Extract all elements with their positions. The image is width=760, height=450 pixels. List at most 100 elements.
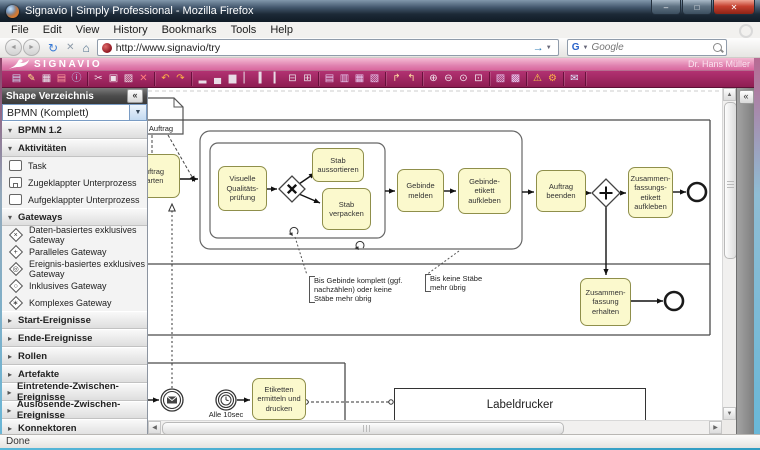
vertical-scrollbar[interactable]: ▲ ▼	[722, 88, 736, 420]
end-event-zusammenfassung[interactable]	[665, 292, 683, 310]
group-icon[interactable]: ▨	[493, 72, 508, 86]
check-syntax-icon[interactable]: ⚙	[545, 72, 560, 86]
edit-icon[interactable]: ✎	[24, 72, 39, 86]
menu-tools[interactable]: Tools	[224, 24, 264, 36]
bring-forward-icon[interactable]: ▦	[352, 72, 367, 86]
task-auftrag-starten[interactable]: Auftrag starten	[148, 154, 180, 198]
scroll-up-button[interactable]: ▲	[723, 88, 736, 101]
section-start-ereignisse[interactable]: ▸Start-Ereignisse	[2, 311, 147, 329]
assoc-annotation-staebe[interactable]	[426, 251, 459, 275]
shape-inklusives-gateway[interactable]: ○Inklusives Gateway	[2, 277, 147, 294]
align-center-icon[interactable]: ▍	[255, 72, 270, 86]
back-button[interactable]: ◄	[5, 39, 22, 56]
scroll-right-button[interactable]: ▶	[709, 421, 722, 434]
search-icon[interactable]	[713, 43, 722, 52]
section-rollen[interactable]: ▸Rollen	[2, 347, 147, 365]
task-gebinde-melden[interactable]: Gebinde melden	[397, 169, 444, 212]
save-icon[interactable]: ▤	[9, 72, 24, 86]
shape-daten-basiertes-exklusives-gateway[interactable]: ×Daten-basiertes exklusives Gateway	[2, 226, 147, 243]
shape-task[interactable]: Task	[2, 157, 147, 174]
section-konnektoren[interactable]: ▸Konnektoren	[2, 419, 147, 434]
minimize-button[interactable]: –	[651, 0, 681, 15]
same-width-icon[interactable]: ⊟	[285, 72, 300, 86]
url-bar[interactable]: →▼	[97, 39, 559, 56]
export-pdf-icon[interactable]: ▤	[54, 72, 69, 86]
menu-edit[interactable]: Edit	[36, 24, 69, 36]
info-icon[interactable]: ⓘ	[69, 72, 84, 86]
task-visuelle-qualitaetspruefung[interactable]: Visuelle Qualitäts- prüfung	[218, 166, 267, 211]
shape-paralleles-gateway[interactable]: +Paralleles Gateway	[2, 243, 147, 260]
task-etiketten-ermitteln-und-drucken[interactable]: Etiketten ermitteln und drucken	[252, 378, 306, 420]
scroll-down-button[interactable]: ▼	[723, 407, 736, 420]
ungroup-icon[interactable]: ▩	[508, 72, 523, 86]
shape-ereignis-basiertes-exklusives-gateway[interactable]: ◎Ereignis-basiertes exklusives Gateway	[2, 260, 147, 277]
menu-history[interactable]: History	[106, 24, 154, 36]
align-middle-icon[interactable]: ▄	[210, 72, 225, 86]
paste-icon[interactable]: ▨	[121, 72, 136, 86]
validate-icon[interactable]: ⚠	[530, 72, 545, 86]
chevron-down-icon[interactable]: ▼	[129, 105, 146, 120]
align-right-icon[interactable]: ▎	[270, 72, 285, 86]
connector-curved-icon[interactable]: ↰	[404, 72, 419, 86]
forward-button[interactable]: ►	[23, 39, 40, 56]
shape-komplexes-gateway[interactable]: ∗Komplexes Gateway	[2, 294, 147, 311]
menu-bookmarks[interactable]: Bookmarks	[155, 24, 224, 36]
feedback-mail-icon[interactable]: ✉	[567, 72, 582, 86]
annotation-keine-staebe[interactable]: Bis keine Stäbe mehr übrig	[425, 274, 492, 292]
menu-help[interactable]: Help	[263, 24, 300, 36]
section-aktivit-ten[interactable]: ▾Aktivitäten	[2, 139, 147, 157]
section-gateways[interactable]: ▾Gateways	[2, 208, 147, 226]
bring-to-front-icon[interactable]: ▤	[322, 72, 337, 86]
scroll-left-button[interactable]: ◀	[148, 421, 161, 434]
menu-view[interactable]: View	[69, 24, 107, 36]
url-dropdown-icon[interactable]: ▼	[546, 45, 552, 51]
assoc-annotation-gebinde[interactable]	[295, 237, 307, 275]
search-engine-dropdown-icon[interactable]: ▼	[582, 45, 588, 51]
stencilset-dropdown[interactable]: BPMN (Komplett) ▼	[2, 104, 147, 121]
shape-aufgeklappter-unterprozess[interactable]: Aufgeklappter Unterprozess	[2, 191, 147, 208]
close-button[interactable]: ✕	[713, 0, 755, 15]
cut-icon[interactable]: ✂	[91, 72, 106, 86]
redo-icon[interactable]: ↷	[173, 72, 188, 86]
section-ende-ereignisse[interactable]: ▸Ende-Ereignisse	[2, 329, 147, 347]
maximize-button[interactable]: □	[682, 0, 712, 15]
reload-button[interactable]: ↻	[45, 42, 61, 54]
align-left-icon[interactable]: ▏	[240, 72, 255, 86]
end-event-main[interactable]	[688, 183, 706, 201]
annotation-gebinde-komplett[interactable]: Bis Gebinde komplett (ggf. nachzählen) o…	[309, 276, 409, 303]
go-button[interactable]: →▼	[531, 42, 554, 54]
shape-zugeklappter-unterprozess[interactable]: Zugeklappter Unterprozess	[2, 174, 147, 191]
task-stab-verpacken[interactable]: Stab verpacken	[322, 188, 371, 230]
section-ausl-sende-zwischen-ereignisse[interactable]: ▸Auslösende-Zwischen-Ereignisse	[2, 401, 147, 419]
connector-straight-icon[interactable]: ↱	[389, 72, 404, 86]
task-gebinde-etikett-aufkleben[interactable]: Gebinde- etikett aufkleben	[458, 168, 511, 214]
align-bottom-icon[interactable]: ▂	[195, 72, 210, 86]
send-backward-icon[interactable]: ▧	[367, 72, 382, 86]
same-height-icon[interactable]: ⊞	[300, 72, 315, 86]
task-zusammenfassung-erhalten[interactable]: Zusammen- fassung erhalten	[580, 278, 631, 326]
zoom-out-icon[interactable]: ⊖	[441, 72, 456, 86]
send-to-back-icon[interactable]: ▥	[337, 72, 352, 86]
collapse-panel-button[interactable]: «	[127, 89, 143, 103]
task-stab-aussortieren[interactable]: Stab aussortieren	[312, 148, 364, 182]
horizontal-scrollbar[interactable]: ◀ ▶	[148, 420, 722, 434]
zoom-in-icon[interactable]: ⊕	[426, 72, 441, 86]
diagram-canvas[interactable]: Auftrag starten Visuelle Qualitäts- prüfu…	[148, 88, 722, 420]
delete-icon[interactable]: ✕	[136, 72, 151, 86]
zoom-standard-icon[interactable]: ⊙	[456, 72, 471, 86]
undo-icon[interactable]: ↶	[158, 72, 173, 86]
task-zusammenfassungs-etikett-aufkleben[interactable]: Zusammen- fassungs- etikett aufkleben	[628, 167, 673, 218]
pool-labeldrucker[interactable]: Labeldrucker	[394, 388, 646, 420]
print-icon[interactable]: ▦	[39, 72, 54, 86]
stop-button[interactable]: ✕	[63, 43, 77, 53]
task-auftrag-beenden[interactable]: Auftrag beenden	[536, 170, 586, 212]
zoom-fit-icon[interactable]: ⊡	[471, 72, 486, 86]
home-button[interactable]: ⌂	[79, 42, 92, 54]
align-top-icon[interactable]: ▆	[225, 72, 240, 86]
section-bpmn-1-2[interactable]: ▾BPMN 1.2	[2, 121, 147, 139]
search-input[interactable]	[591, 42, 709, 53]
menu-file[interactable]: File	[4, 24, 36, 36]
search-bar[interactable]: G ▼	[567, 39, 727, 56]
expand-right-panel-button[interactable]: «	[739, 90, 754, 104]
copy-icon[interactable]: ▣	[106, 72, 121, 86]
